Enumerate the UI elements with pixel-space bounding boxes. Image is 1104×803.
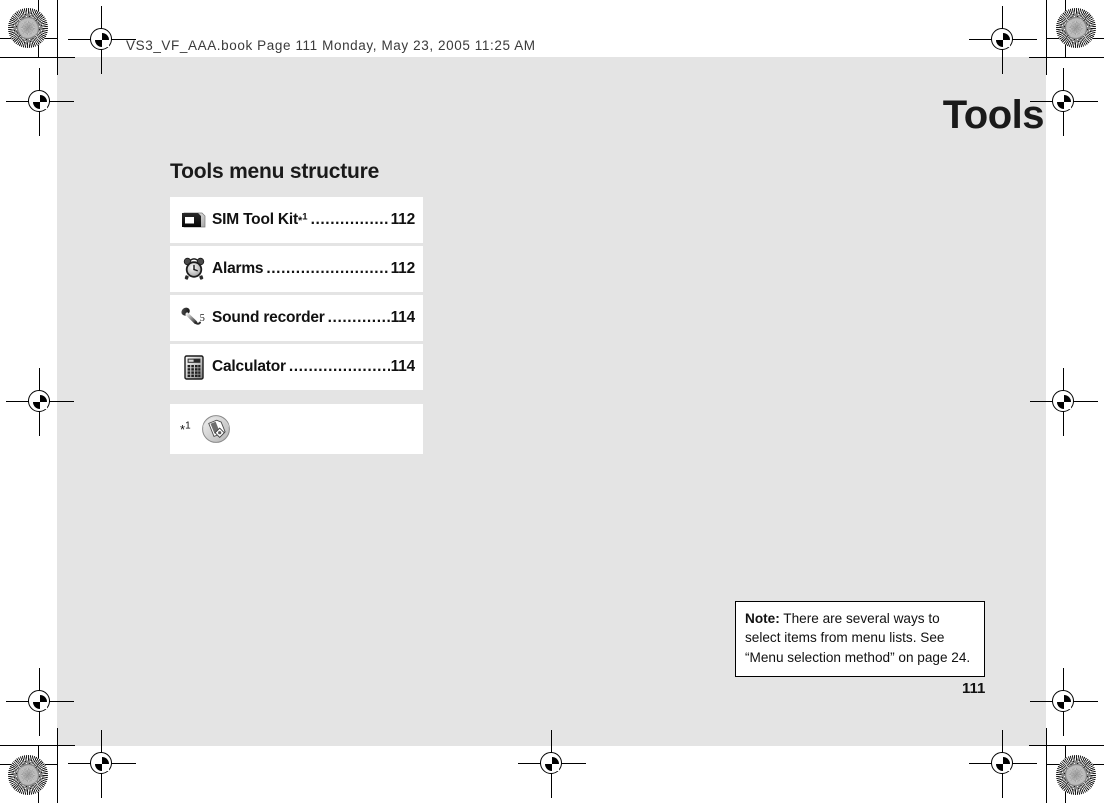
tools-menu-list: SIM Tool Kit*1 .........................… — [170, 197, 423, 454]
crop-line-top-right-inner — [1029, 57, 1104, 58]
registration-target-right-center — [1030, 368, 1098, 436]
registration-target-right-lower — [1030, 668, 1098, 736]
menu-label: SIM Tool Kit — [212, 211, 298, 228]
page-number: 111 — [962, 680, 986, 697]
leader-dots: ........................................… — [310, 211, 390, 228]
microphone-icon: 5 — [176, 303, 212, 333]
registration-target-left-lower — [6, 668, 74, 736]
menu-row-calculator[interactable]: Calculator .............................… — [170, 344, 423, 390]
menu-text-alarms: Alarms .................................… — [212, 260, 415, 278]
menu-text-calculator: Calculator .............................… — [212, 358, 415, 376]
note-box: Note: There are several ways to select i… — [735, 601, 985, 677]
menu-page-number: 114 — [390, 358, 415, 375]
crop-line-top-inner — [0, 57, 75, 58]
starburst-mark-bottom-left — [8, 755, 48, 795]
starburst-mark-top-right — [1056, 8, 1096, 48]
menu-label: Calculator — [212, 358, 286, 375]
registration-target-bottom-right-outer — [969, 730, 1037, 798]
usim-card-circle-icon — [201, 414, 231, 444]
menu-page-number: 112 — [390, 211, 415, 228]
section-heading: Tools menu structure — [170, 160, 380, 183]
crop-line-right-inner-bottom — [1046, 728, 1047, 803]
page-title: Tools — [942, 93, 1045, 137]
footnote-row: *1 — [170, 404, 423, 454]
menu-row-alarms[interactable]: Alarms .................................… — [170, 246, 423, 292]
svg-text:5: 5 — [200, 313, 205, 324]
registration-target-bottom-left-outer — [68, 730, 136, 798]
menu-label: Alarms — [212, 260, 264, 277]
registration-target-top-right-outer — [969, 6, 1037, 74]
leader-dots: ........................................… — [266, 260, 390, 277]
footnote-reference: *1 — [298, 211, 308, 227]
registration-target-right-middle — [1030, 68, 1098, 136]
footnote-marker: *1 — [180, 420, 191, 437]
menu-row-sim-tool-kit[interactable]: SIM Tool Kit*1 .........................… — [170, 197, 423, 243]
menu-text-sim-tool-kit: SIM Tool Kit*1 .........................… — [212, 211, 415, 229]
registration-target-left-center — [6, 368, 74, 436]
crop-line-bottom-inner — [0, 745, 75, 746]
menu-row-sound-recorder[interactable]: 5 Sound recorder .......................… — [170, 295, 423, 341]
note-label: Note: — [745, 611, 780, 626]
alarm-clock-icon — [176, 254, 212, 284]
print-header-meta: VS3_VF_AAA.book Page 111 Monday, May 23,… — [126, 38, 536, 53]
menu-label: Sound recorder — [212, 309, 325, 326]
note-text: There are several ways to select items f… — [745, 611, 971, 665]
starburst-mark-top-left — [8, 8, 48, 48]
registration-target-top-left-outer — [68, 6, 136, 74]
starburst-mark-bottom-right — [1056, 755, 1096, 795]
registration-target-left-middle — [6, 68, 74, 136]
crop-line-left-inner-bottom — [57, 728, 58, 803]
menu-page-number: 114 — [390, 309, 415, 326]
leader-dots: ........................................… — [288, 358, 390, 375]
menu-page-number: 112 — [390, 260, 415, 277]
leader-dots: ........................................… — [327, 309, 390, 326]
registration-target-bottom-center — [518, 730, 586, 798]
sim-card-icon — [176, 205, 212, 235]
menu-text-sound-recorder: Sound recorder .........................… — [212, 309, 415, 327]
calculator-icon — [176, 352, 212, 382]
crop-line-bottom-right-inner — [1029, 745, 1104, 746]
